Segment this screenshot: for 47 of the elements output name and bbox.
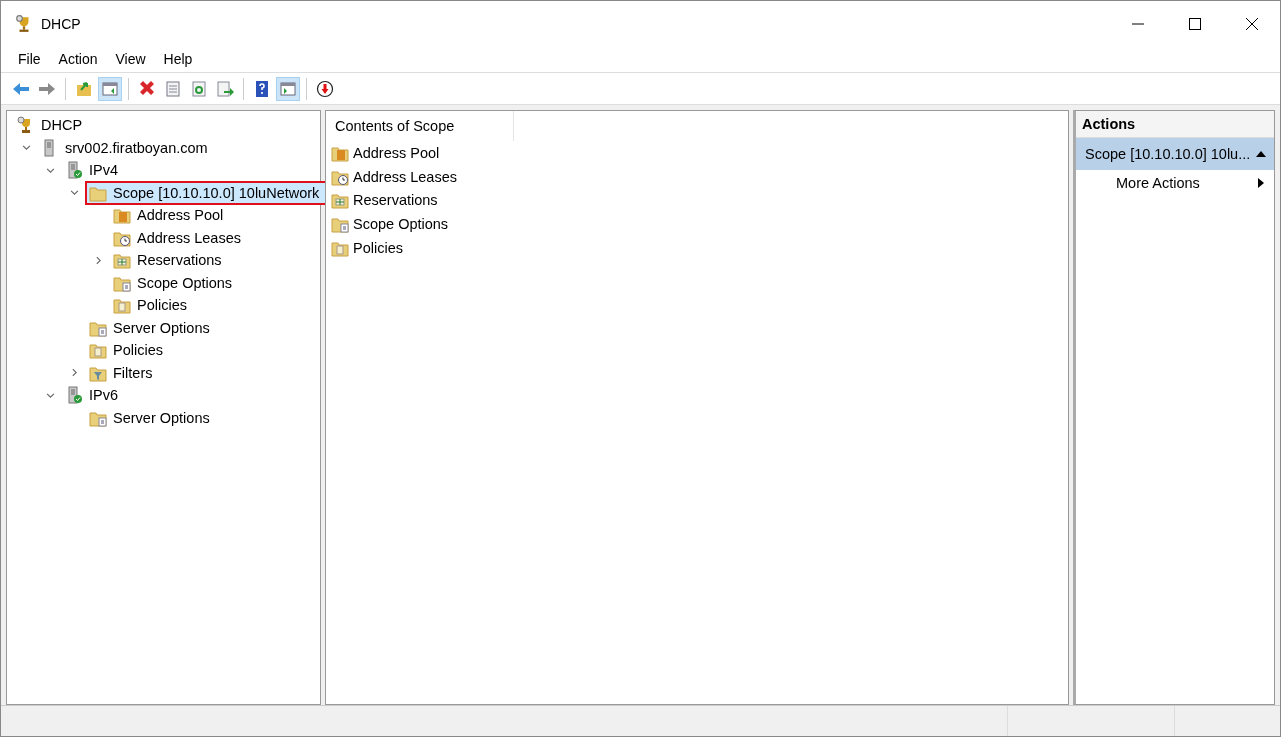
list-item[interactable]: Policies	[326, 235, 1068, 260]
collapse-chevron-icon[interactable]	[21, 143, 31, 153]
tree-item[interactable]: Reservations	[109, 248, 230, 273]
actions-section[interactable]: Scope [10.10.10.0] 10lu...	[1076, 138, 1274, 170]
action-link[interactable]: More Actions	[1076, 170, 1274, 196]
collapse-chevron-icon[interactable]	[69, 188, 79, 198]
folder-grid-icon	[113, 251, 131, 270]
tree-item[interactable]: Policies	[109, 293, 195, 318]
tree-item[interactable]: Scope [10.10.10.0] 10luNetwork	[85, 180, 328, 205]
menu-item[interactable]: File	[9, 51, 50, 67]
folder-grid-icon	[331, 191, 349, 210]
collapse-chevron-icon[interactable]	[45, 165, 55, 175]
tree-item[interactable]: Address Pool	[109, 203, 232, 228]
folder-book-icon	[113, 206, 131, 225]
maximize-icon[interactable]	[1189, 17, 1201, 30]
collapse-chevron-icon[interactable]	[45, 390, 55, 400]
folder-page-icon	[89, 341, 107, 360]
expand-chevron-icon[interactable]	[69, 368, 79, 378]
list-item[interactable]: Reservations	[326, 188, 1068, 213]
column-header[interactable]: Contents of Scope	[326, 111, 514, 141]
pane-icon[interactable]	[276, 76, 300, 101]
menu-item[interactable]: Action	[49, 51, 107, 67]
submenu-arrow-icon	[1258, 178, 1264, 188]
tree-item[interactable]: Server Options	[85, 405, 218, 430]
actions-header: Actions	[1076, 111, 1274, 138]
server-check-icon	[65, 386, 83, 405]
tree-item[interactable]: Policies	[85, 338, 171, 363]
tree-item[interactable]: srv002.firatboyan.com	[37, 135, 216, 160]
list-item[interactable]: Address Leases	[326, 164, 1068, 189]
server-check-icon	[65, 161, 83, 180]
expand-chevron-icon[interactable]	[93, 255, 103, 265]
tree-item[interactable]: IPv4	[61, 158, 126, 183]
close-icon[interactable]	[1246, 17, 1258, 30]
folder-page-icon	[113, 296, 131, 315]
tree-item[interactable]: Scope Options	[109, 270, 241, 295]
tree-item[interactable]: Filters	[85, 360, 161, 385]
tree-item[interactable]: IPv6	[61, 383, 126, 408]
tree-item[interactable]: DHCP	[13, 113, 91, 138]
list-item[interactable]: Address Pool	[326, 141, 1068, 165]
collapse-triangle-icon[interactable]	[1256, 151, 1266, 157]
window-title: DHCP	[41, 15, 81, 32]
tree-item[interactable]: Server Options	[85, 315, 218, 340]
pane-icon[interactable]	[98, 76, 122, 101]
tree-item[interactable]: Address Leases	[109, 225, 249, 250]
menu-item[interactable]: View	[106, 51, 155, 67]
menu-item[interactable]: Help	[154, 51, 202, 67]
list-item[interactable]: Scope Options	[326, 212, 1068, 236]
